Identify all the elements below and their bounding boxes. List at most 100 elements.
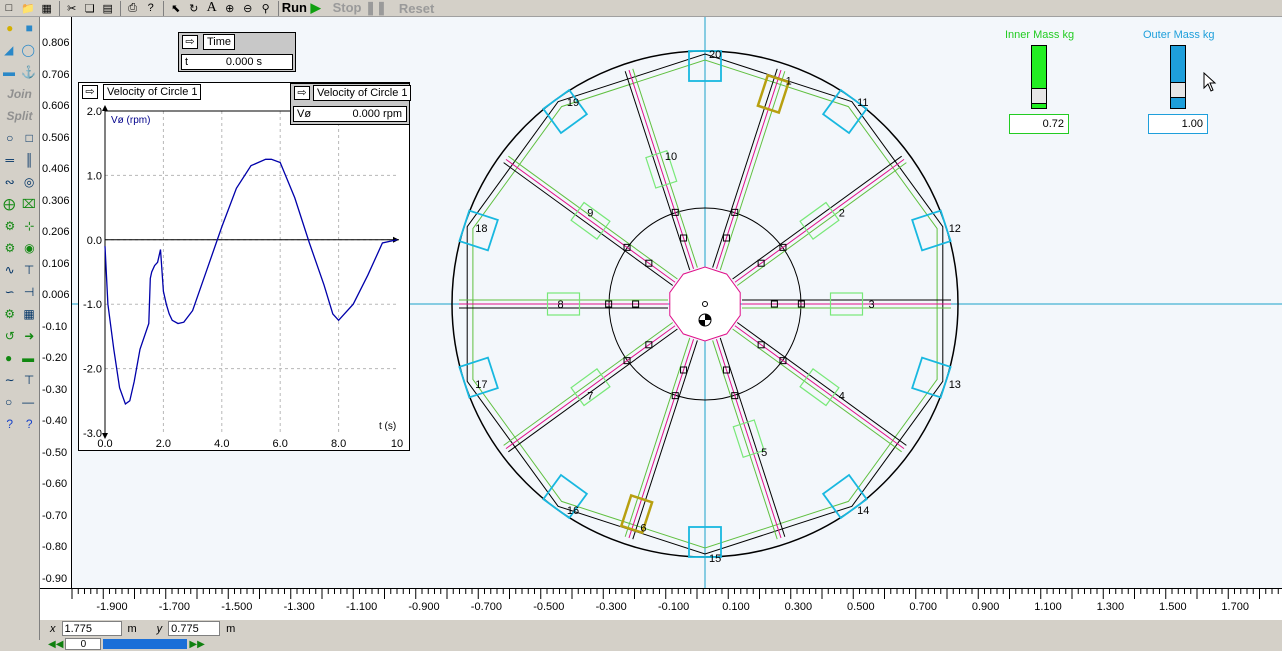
polygon-tool-icon[interactable]: ◢ (4, 43, 13, 57)
wave-icon[interactable]: ∼ (5, 373, 15, 387)
spring-icon[interactable]: ∿ (5, 263, 15, 277)
workspace-canvas[interactable]: 1 20 2 11 3 12 4 13 5 14 6 15 7 16 8 17 9 18 10 19 ⇨ Time t… (72, 17, 1282, 588)
spoke-line (734, 159, 905, 283)
x-coordinate-field[interactable] (61, 621, 122, 636)
rod-icon[interactable]: ● (5, 351, 12, 365)
text-tool-icon[interactable]: A (203, 0, 221, 16)
rope-icon[interactable]: ∽ (5, 285, 15, 299)
constraint-query-icon[interactable]: ? (26, 417, 33, 431)
inner-mass-slider[interactable] (1031, 45, 1047, 109)
meter-menu-arrow-icon[interactable]: ⇨ (182, 35, 198, 49)
spoke-line (503, 162, 674, 286)
inner-mass-thumb[interactable] (1032, 88, 1046, 104)
horizontal-ruler-label: -1.900 (96, 601, 128, 613)
spoke-label: 1 (786, 76, 792, 88)
horizontal-ruler-label: -1.500 (221, 601, 253, 613)
horizontal-ruler-label: 1.300 (1096, 601, 1125, 613)
gear-tool-icon[interactable]: ⚙ (4, 241, 15, 255)
pin-joint-icon[interactable]: ⨁ (3, 197, 15, 211)
circle-point-icon[interactable]: ○ (5, 395, 12, 409)
vertical-slot-icon[interactable]: ║ (25, 153, 34, 167)
anchor-tool-icon[interactable]: ⚓ (21, 65, 36, 79)
horizontal-slot-icon[interactable]: ═ (5, 153, 14, 167)
velocity-meter-arrow-icon[interactable]: ⇨ (294, 86, 310, 100)
vertical-ruler-label: 0.006 (42, 289, 70, 301)
toolbar: □ 📁 ▦ ✂ ❏ ▤ ⎙ ? ⬉ ↻ A ⊕ ⊖ ⚲ Run ▶ Stop ❚… (0, 0, 1282, 17)
spoke-label: 3 (869, 299, 875, 311)
time-meter[interactable]: ⇨ Time t 0.000 s (178, 32, 296, 72)
slider-joint-icon[interactable]: ▬ (22, 351, 34, 365)
force-icon[interactable]: ➜ (24, 329, 34, 343)
outer-mass-thumb[interactable] (1171, 82, 1185, 98)
torque-icon[interactable]: ↺ (5, 329, 15, 343)
spoke-line (503, 322, 674, 446)
last-frame-icon[interactable]: ▶▶ (189, 639, 204, 650)
rigid-joint-icon[interactable]: ⌧ (22, 197, 36, 211)
join-label: Join (7, 87, 32, 101)
print-icon[interactable]: ⎙ (124, 1, 142, 16)
motor-icon[interactable]: ⚙ (5, 219, 16, 233)
outer-mass-block (542, 473, 589, 520)
reset-button[interactable]: Reset (399, 1, 434, 16)
playback-track[interactable] (103, 639, 188, 649)
pointer-icon[interactable]: ⬉ (167, 1, 185, 16)
zoom-in-icon[interactable]: ⊕ (221, 1, 239, 16)
query-icon[interactable]: ? (6, 417, 13, 431)
velocity-graph-meter[interactable]: ⇨ Velocity of Circle 1 0.0 2.0 4.0 6.0 8.0 10… (78, 82, 410, 451)
status-bar: x m y m (40, 620, 1282, 637)
run-button[interactable]: Run ▶ (282, 0, 321, 16)
palette-row: ○ □ (0, 127, 39, 149)
rectangle-tool-icon[interactable]: ■ (26, 21, 33, 35)
outer-mass-slider[interactable] (1170, 45, 1186, 109)
rotate-icon[interactable]: ↻ (185, 1, 203, 16)
first-frame-icon[interactable]: ◀◀ (48, 639, 63, 650)
zoom-out-icon[interactable]: ⊖ (239, 1, 257, 16)
outer-mass-block (542, 88, 589, 135)
y-coordinate-field[interactable] (168, 621, 221, 636)
keyed-slot-icon[interactable]: ◎ (24, 175, 34, 189)
wheel-mechanism: 1 20 2 11 3 12 4 13 5 14 6 15 7 16 8 17 9 18 10 19 (451, 49, 961, 565)
paste-icon[interactable]: ▤ (99, 1, 117, 16)
square-tool-icon[interactable]: ▬ (3, 65, 15, 79)
palette-row: ⚙ ▦ (0, 303, 39, 325)
frame-counter[interactable]: 0 (65, 638, 102, 650)
save-icon[interactable]: ▦ (38, 1, 56, 16)
circle-tool-icon[interactable]: ● (6, 21, 13, 35)
help-icon[interactable]: ? (142, 1, 160, 16)
chart-y-tick-label: 1.0 (87, 170, 102, 182)
zoom-fit-icon[interactable]: ⚲ (257, 1, 275, 16)
chart-y-tick-label: 2.0 (87, 106, 102, 118)
actuator-icon[interactable]: ⊹ (24, 219, 34, 233)
horizontal-ruler-label: -0.300 (595, 601, 627, 613)
stop-button[interactable]: Stop ❚❚ (333, 0, 387, 16)
rotational-damper-icon[interactable]: ▦ (23, 307, 34, 321)
line-icon[interactable]: — (22, 395, 34, 409)
spoke-label: 8 (558, 299, 564, 311)
join-button[interactable]: Join (0, 83, 39, 105)
point-tool-icon[interactable]: ○ (6, 131, 13, 145)
cut-icon[interactable]: ✂ (63, 1, 81, 16)
new-file-icon[interactable]: □ (0, 1, 18, 16)
chart-y-tick-label: -2.0 (83, 364, 102, 376)
spoke-label: 10 (665, 151, 677, 163)
damper-icon[interactable]: ⊤ (24, 263, 34, 277)
inner-mass-value[interactable]: 0.72 (1009, 114, 1069, 134)
pulley-icon[interactable]: ◉ (24, 241, 34, 255)
square-point-tool-icon[interactable]: □ (26, 131, 33, 145)
curved-body-tool-icon[interactable]: ◯ (21, 43, 34, 57)
outer-mass-value[interactable]: 1.00 (1148, 114, 1208, 134)
separator-icon[interactable]: ⊣ (24, 285, 34, 299)
curved-slot-icon[interactable]: ∾ (5, 175, 15, 189)
rotational-spring-icon[interactable]: ⚙ (4, 307, 15, 321)
vertical-ruler-label: 0.106 (42, 257, 70, 270)
copy-icon[interactable]: ❏ (81, 1, 99, 16)
velocity-meter-key: Vø (297, 108, 312, 120)
velocity-digital-meter[interactable]: ⇨ Velocity of Circle 1 Vø 0.000 rpm (290, 83, 412, 125)
chart-x-tick-label: 6.0 (273, 438, 288, 450)
spoke-line (712, 68, 778, 268)
split-button[interactable]: Split (0, 105, 39, 127)
time-meter-value: 0.000 s (225, 56, 262, 68)
tee-icon[interactable]: ⊤ (24, 373, 34, 387)
time-meter-key: t (185, 56, 189, 68)
open-folder-icon[interactable]: 📁 (18, 1, 38, 16)
